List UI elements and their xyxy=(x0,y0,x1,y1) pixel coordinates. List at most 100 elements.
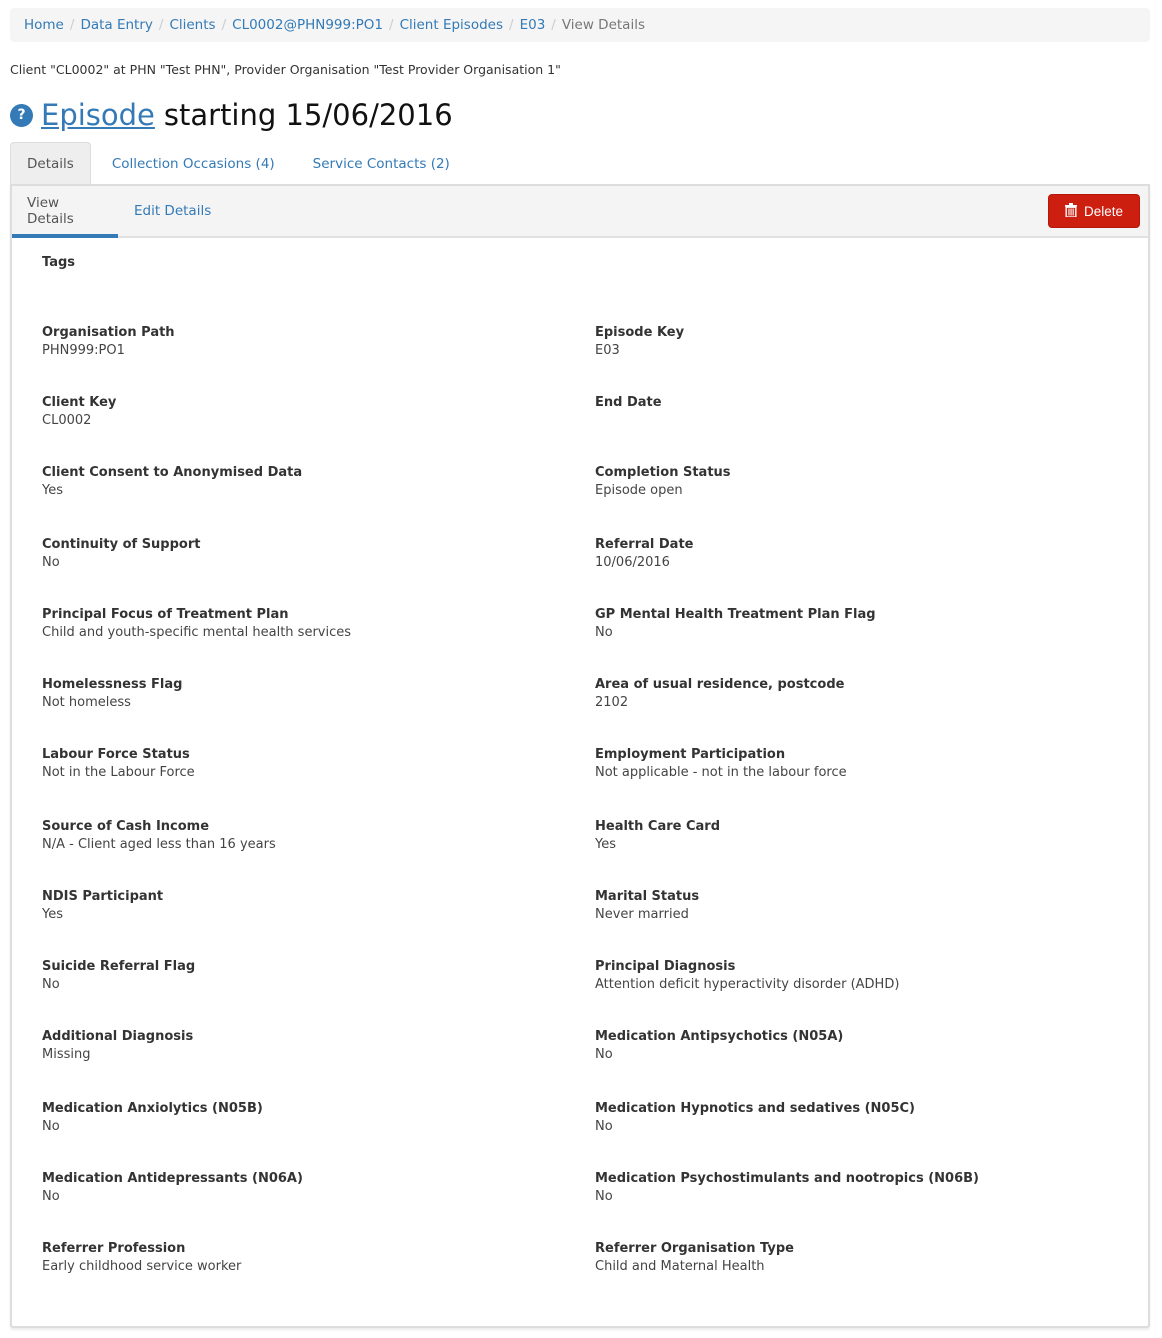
field-value: 10/06/2016 xyxy=(595,555,670,570)
main-tabs: Details Collection Occasions (4) Service… xyxy=(10,142,471,185)
subtab-view-details[interactable]: View Details xyxy=(12,186,118,238)
breadcrumb-episode[interactable]: E03 xyxy=(520,17,546,33)
field-value: PHN999:PO1 xyxy=(42,343,125,358)
field-medication-psychostimulants-and-nootropics-n06b: Medication Psychostimulants and nootropi… xyxy=(595,1170,1115,1206)
delete-button[interactable]: Delete xyxy=(1048,194,1140,228)
field-value: Not homeless xyxy=(42,695,131,710)
field-label: Medication Antipsychotics (N05A) xyxy=(595,1029,844,1044)
field-value: No xyxy=(42,1119,60,1134)
field-additional-diagnosis: Additional Diagnosis Missing xyxy=(42,1028,562,1064)
field-area-of-usual-residence-postcode: Area of usual residence, postcode 2102 xyxy=(595,676,1115,712)
details-panel: View Details Edit Details Delete Tags Or… xyxy=(10,184,1150,1328)
tab-collection-occasions[interactable]: Collection Occasions (4) xyxy=(95,142,292,185)
tab-service-contacts[interactable]: Service Contacts (2) xyxy=(296,142,467,185)
field-label: Labour Force Status xyxy=(42,747,190,762)
field-value: No xyxy=(42,555,60,570)
field-homelessness-flag: Homelessness Flag Not homeless xyxy=(42,676,562,712)
field-value: Attention deficit hyperactivity disorder… xyxy=(595,977,900,992)
sub-navigation: View Details Edit Details Delete xyxy=(12,186,1148,238)
field-label: Homelessness Flag xyxy=(42,677,183,692)
field-label: Client Consent to Anonymised Data xyxy=(42,465,303,480)
page-title-text: starting 15/06/2016 xyxy=(163,98,453,132)
help-icon[interactable]: ? xyxy=(10,103,33,127)
breadcrumb-current: View Details xyxy=(561,17,645,33)
field-value: Episode open xyxy=(595,483,683,498)
field-medication-hypnotics-and-sedatives-n05c: Medication Hypnotics and sedatives (N05C… xyxy=(595,1100,1115,1136)
field-organisation-path: Organisation Path PHN999:PO1 xyxy=(42,324,562,360)
field-label: Medication Anxiolytics (N05B) xyxy=(42,1101,263,1116)
field-label: Organisation Path xyxy=(42,325,175,340)
field-label: GP Mental Health Treatment Plan Flag xyxy=(595,607,876,622)
field-gp-mental-health-treatment-plan-flag: GP Mental Health Treatment Plan Flag No xyxy=(595,606,1115,642)
field-value: No xyxy=(595,625,613,640)
client-context: Client "CL0002" at PHN "Test PHN", Provi… xyxy=(10,62,561,77)
field-medication-antidepressants-n06a: Medication Antidepressants (N06A) No xyxy=(42,1170,562,1206)
field-value: 2102 xyxy=(595,695,629,710)
field-principal-focus-of-treatment-plan: Principal Focus of Treatment Plan Child a… xyxy=(42,606,562,642)
field-value: Early childhood service worker xyxy=(42,1259,242,1274)
field-client-key: Client Key CL0002 xyxy=(42,394,562,430)
field-client-consent-to-anonymised-data: Client Consent to Anonymised Data Yes xyxy=(42,464,562,500)
field-health-care-card: Health Care Card Yes xyxy=(595,818,1115,854)
field-value: E03 xyxy=(595,343,620,358)
field-value: Yes xyxy=(595,837,616,852)
breadcrumb-data-entry[interactable]: Data Entry xyxy=(80,17,152,33)
page-title: ? Episode starting 15/06/2016 xyxy=(10,98,453,132)
tab-details[interactable]: Details xyxy=(10,142,91,185)
field-label: Referrer Profession xyxy=(42,1241,186,1256)
field-label: Client Key xyxy=(42,395,117,410)
field-label: Additional Diagnosis xyxy=(42,1029,194,1044)
field-medication-antipsychotics-n05a: Medication Antipsychotics (N05A) No xyxy=(595,1028,1115,1064)
breadcrumb-separator: / xyxy=(389,17,394,33)
field-value: No xyxy=(595,1189,613,1204)
field-label: NDIS Participant xyxy=(42,889,164,904)
field-tags: Tags xyxy=(42,254,562,272)
field-label: Completion Status xyxy=(595,465,731,480)
field-value: Child and Maternal Health xyxy=(595,1259,765,1274)
field-label: Health Care Card xyxy=(595,819,721,834)
breadcrumb-home[interactable]: Home xyxy=(24,17,64,33)
breadcrumb-client-episodes[interactable]: Client Episodes xyxy=(400,17,503,33)
field-value: Yes xyxy=(42,483,63,498)
episode-link[interactable]: Episode xyxy=(41,98,155,132)
field-value: Missing xyxy=(42,1047,91,1062)
field-value: No xyxy=(595,1119,613,1134)
field-label: Area of usual residence, postcode xyxy=(595,677,845,692)
field-value: No xyxy=(595,1047,613,1062)
field-value: Not applicable - not in the labour force xyxy=(595,765,847,780)
breadcrumb-client[interactable]: CL0002@PHN999:PO1 xyxy=(232,17,383,33)
field-label: Marital Status xyxy=(595,889,700,904)
field-value: N/A - Client aged less than 16 years xyxy=(42,837,276,852)
field-label: Medication Psychostimulants and nootropi… xyxy=(595,1171,979,1186)
field-label: Suicide Referral Flag xyxy=(42,959,196,974)
breadcrumb-separator: / xyxy=(69,17,75,33)
field-referrer-organisation-type: Referrer Organisation Type Child and Mate… xyxy=(595,1240,1115,1276)
field-label: Medication Hypnotics and sedatives (N05C… xyxy=(595,1101,915,1116)
field-value: No xyxy=(42,1189,60,1204)
field-label: Medication Antidepressants (N06A) xyxy=(42,1171,303,1186)
field-labour-force-status: Labour Force Status Not in the Labour For… xyxy=(42,746,562,782)
field-end-date: End Date xyxy=(595,394,1115,412)
field-value: No xyxy=(42,977,60,992)
subtab-edit-details[interactable]: Edit Details xyxy=(119,186,226,236)
field-episode-key: Episode Key E03 xyxy=(595,324,1115,360)
field-label: Continuity of Support xyxy=(42,537,201,552)
breadcrumb-separator: / xyxy=(509,17,514,33)
field-referral-date: Referral Date 10/06/2016 xyxy=(595,536,1115,572)
field-value: Never married xyxy=(595,907,689,922)
field-value: Child and youth-specific mental health s… xyxy=(42,625,352,640)
field-label: Episode Key xyxy=(595,325,685,340)
breadcrumb-clients[interactable]: Clients xyxy=(169,17,215,33)
field-value: Not in the Labour Force xyxy=(42,765,195,780)
field-referrer-profession: Referrer Profession Early childhood servi… xyxy=(42,1240,562,1276)
field-label: Referral Date xyxy=(595,537,694,552)
field-completion-status: Completion Status Episode open xyxy=(595,464,1115,500)
field-label: End Date xyxy=(595,395,662,410)
field-value: CL0002 xyxy=(42,413,92,428)
delete-button-label: Delete xyxy=(1083,203,1124,219)
field-suicide-referral-flag: Suicide Referral Flag No xyxy=(42,958,562,994)
breadcrumb-separator: / xyxy=(551,17,556,33)
field-label: Employment Participation xyxy=(595,747,786,762)
field-label: Tags xyxy=(42,255,76,270)
field-label: Source of Cash Income xyxy=(42,819,210,834)
